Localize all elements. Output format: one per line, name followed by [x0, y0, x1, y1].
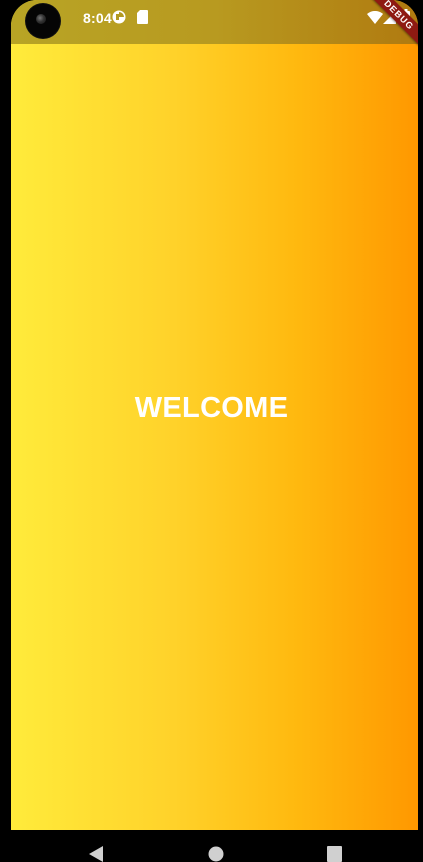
wifi-icon	[367, 11, 383, 24]
status-time: 8:04	[83, 10, 112, 26]
status-bar: 8:04 DEBUG	[11, 0, 418, 49]
debug-banner: DEBUG	[365, 0, 418, 49]
recents-icon[interactable]	[327, 846, 342, 862]
front-camera	[26, 4, 60, 38]
welcome-title: WELCOME	[134, 392, 289, 424]
device-frame: 8:04 DEBUG WELCOME	[0, 0, 423, 862]
sd-card-icon	[137, 10, 148, 24]
navigation-bar	[0, 830, 423, 862]
back-icon[interactable]	[89, 846, 103, 862]
photo-icon	[112, 10, 126, 24]
camera-lens	[36, 14, 46, 24]
home-icon[interactable]	[208, 846, 224, 862]
